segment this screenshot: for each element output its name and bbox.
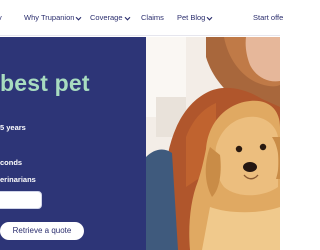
nav-claims-label: Claims — [141, 13, 164, 22]
hero-line-seconds: conds — [0, 158, 23, 167]
nav-coverage-label: Coverage — [90, 13, 123, 22]
top-navigation: v Why Trupanion Coverage Claims Pet Blog… — [0, 0, 283, 36]
chevron-down-icon — [206, 15, 213, 22]
nav-start-offer[interactable]: Start offe — [253, 12, 283, 24]
hero-panel: best pet 5 years conds erinarians Retrie… — [0, 37, 146, 250]
nav-item-partial-label: v — [0, 13, 2, 22]
zip-code-input[interactable] — [0, 191, 42, 209]
nav-why-trupanion[interactable]: Why Trupanion — [24, 12, 82, 24]
nav-claims[interactable]: Claims — [141, 12, 164, 24]
nav-pet-blog-label: Pet Blog — [177, 13, 206, 22]
chevron-down-icon — [75, 15, 82, 22]
retrieve-quote-button[interactable]: Retrieve a quote — [0, 222, 84, 240]
nav-start-offer-label: Start offe — [253, 13, 284, 22]
hero-photo — [146, 37, 280, 250]
woman-with-dog-illustration — [146, 37, 280, 250]
hero-line-vets: erinarians — [0, 175, 36, 184]
chevron-down-icon — [124, 15, 131, 22]
nav-coverage[interactable]: Coverage — [90, 12, 131, 24]
hero-headline: best pet — [0, 70, 90, 96]
nav-why-trupanion-label: Why Trupanion — [24, 13, 75, 22]
nav-pet-blog[interactable]: Pet Blog — [177, 12, 213, 24]
hero-line-years: 5 years — [0, 123, 26, 132]
nav-item-partial[interactable]: v — [0, 12, 2, 24]
